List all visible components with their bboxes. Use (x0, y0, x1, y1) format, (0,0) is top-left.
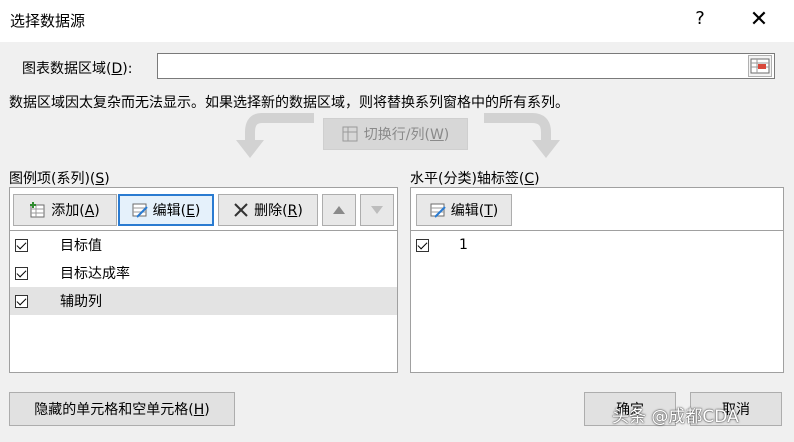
down-arrow-icon (371, 206, 383, 214)
dialog-title: 选择数据源 (10, 12, 86, 30)
range-label: 图表数据区域(D): (22, 61, 133, 77)
left-curved-arrow-icon (236, 113, 314, 158)
range-select-icon[interactable] (748, 55, 772, 77)
checkbox[interactable] (416, 238, 429, 252)
info-text: 数据区域因太复杂而无法显示。如果选择新的数据区域，则将替换系列窗格中的所有系列。 (9, 95, 569, 111)
right-curved-arrow-icon (484, 113, 560, 158)
series-label: 目标达成率 (60, 266, 130, 282)
title-bar (0, 0, 794, 42)
range-input[interactable] (157, 53, 775, 79)
axis-label: 1 (459, 237, 468, 253)
add-icon (30, 202, 46, 218)
checkbox[interactable] (15, 266, 28, 280)
series-label: 目标值 (60, 238, 102, 254)
edit-icon (132, 202, 148, 218)
close-icon[interactable]: ✕ (742, 5, 776, 35)
hidden-empty-cells-button[interactable]: 隐藏的单元格和空单元格(H) (9, 392, 235, 426)
move-up-button[interactable] (322, 194, 356, 226)
up-arrow-icon (333, 206, 345, 214)
series-label: 辅助列 (60, 294, 102, 310)
edit-series-button[interactable]: 编辑(E) (118, 194, 214, 226)
axis-heading: 水平(分类)轴标签(C) (410, 171, 540, 187)
checkbox[interactable] (15, 238, 28, 252)
delete-series-button[interactable]: 删除(R) (218, 194, 318, 226)
checkbox[interactable] (15, 294, 28, 308)
axis-panel: 编辑(T) 1 (410, 187, 784, 373)
list-item[interactable]: 目标达成率 (10, 259, 397, 287)
add-series-button[interactable]: 添加(A) (13, 194, 117, 226)
edit-icon (430, 202, 446, 218)
list-item[interactable]: 1 (411, 231, 783, 259)
series-heading: 图例项(系列)(S) (9, 171, 110, 187)
switch-label: 切换行/列(W) (363, 127, 450, 143)
delete-label: 删除(R) (254, 203, 303, 219)
list-item[interactable]: 目标值 (10, 231, 397, 259)
add-label: 添加(A) (51, 203, 100, 219)
edit-axis-label: 编辑(T) (450, 203, 499, 219)
help-icon[interactable]: ? (690, 8, 710, 32)
move-down-button[interactable] (360, 194, 394, 226)
edit-axis-button[interactable]: 编辑(T) (416, 194, 512, 226)
list-item[interactable]: 辅助列 (10, 287, 397, 315)
switch-icon (342, 126, 358, 142)
switch-row-column-button[interactable]: 切换行/列(W) (323, 118, 468, 150)
edit-label: 编辑(E) (152, 203, 201, 219)
series-panel: 添加(A) 编辑(E) 删除(R) 目标值 目标达成率 辅助列 (9, 187, 398, 373)
watermark-text: 头条 @成都CDA (612, 407, 739, 427)
delete-icon (233, 202, 249, 218)
